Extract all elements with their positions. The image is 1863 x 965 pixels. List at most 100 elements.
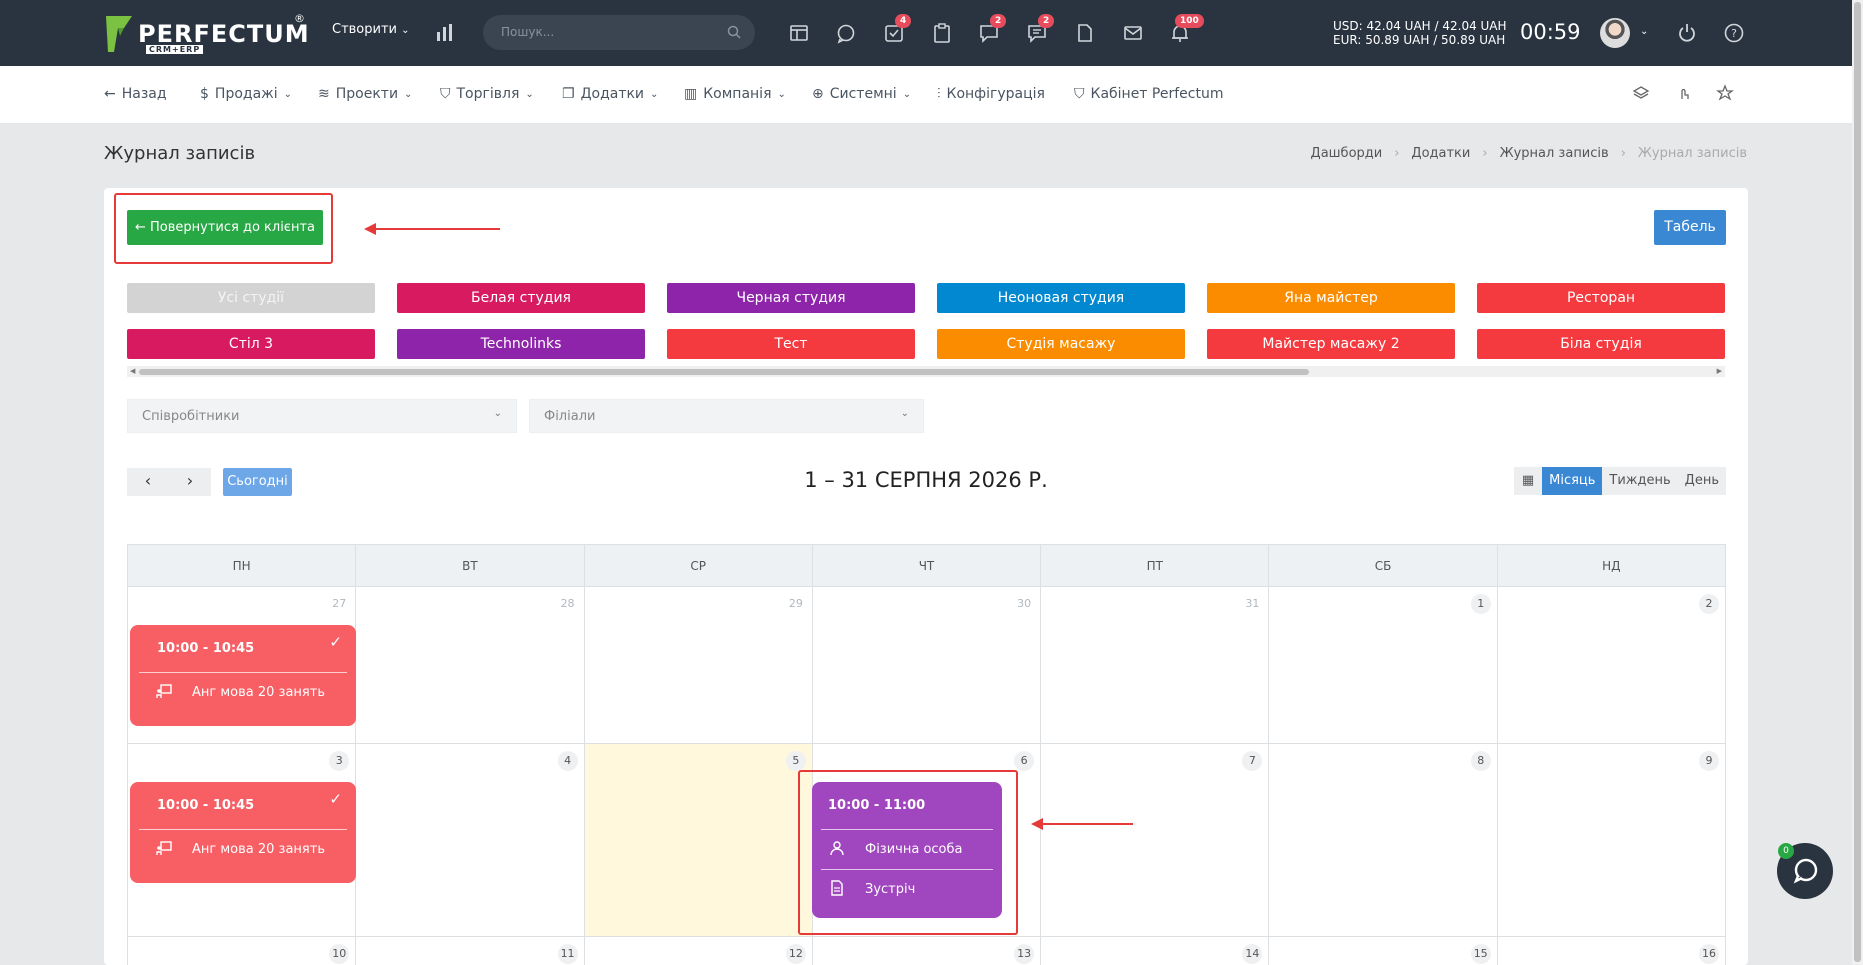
layers-icon: ≋ xyxy=(318,86,330,102)
breadcrumb-item[interactable]: Додатки xyxy=(1411,146,1470,161)
nav-addons-label: Додатки xyxy=(580,86,645,102)
view-day-button[interactable]: День xyxy=(1678,467,1726,495)
day-cell[interactable]: 2 xyxy=(1497,587,1726,744)
bar-chart-icon[interactable] xyxy=(434,21,456,43)
studio-button[interactable]: Technolinks xyxy=(397,329,645,359)
nav-addons[interactable]: ❐ Додатки ⌄ xyxy=(562,86,658,102)
power-icon[interactable] xyxy=(1676,22,1698,44)
star-icon[interactable] xyxy=(1716,84,1734,102)
messages-button[interactable]: 2 xyxy=(1026,14,1055,44)
day-cell[interactable]: 13 xyxy=(813,937,1042,965)
event-row: Анг мова 20 занять xyxy=(139,829,347,869)
week-row: 27 28 29 30 31 1 2 ✓ 10:00 - 10:45 Анг м… xyxy=(128,587,1726,744)
vertical-scrollbar[interactable] xyxy=(1852,0,1863,965)
nav-projects[interactable]: ≋ Проекти ⌄ xyxy=(318,86,412,102)
nav-sales[interactable]: $ Продажі ⌄ xyxy=(200,86,292,102)
day-cell[interactable]: 10 xyxy=(128,937,357,965)
tasks-button[interactable]: 4 xyxy=(883,14,912,44)
studio-button[interactable]: Белая студия xyxy=(397,283,645,313)
day-cell-today[interactable]: 5 xyxy=(584,744,813,937)
breadcrumb-separator-icon: › xyxy=(1482,146,1488,161)
event-row: Анг мова 20 занять xyxy=(139,672,347,712)
nav-configuration[interactable]: ⫶ Конфігурація xyxy=(937,86,1045,102)
calendar-event[interactable]: 10:00 - 11:00 Фізична особа Зустріч xyxy=(812,782,1002,918)
chat-button[interactable]: 2 xyxy=(978,14,1007,44)
scroll-right-icon[interactable]: ▶ xyxy=(1717,367,1722,375)
search-input[interactable]: Пошук... xyxy=(483,15,755,50)
breadcrumb-item[interactable]: Журнал записів xyxy=(1500,146,1609,161)
studio-button[interactable]: Неоновая студия xyxy=(937,283,1185,313)
chat-bubble-icon[interactable] xyxy=(835,22,857,44)
calendar-icon[interactable]: ▦ xyxy=(1514,467,1542,495)
scroll-left-icon[interactable]: ◀ xyxy=(130,367,135,375)
studio-button[interactable]: Тест xyxy=(667,329,915,359)
weekday-header: ПН ВТ СР ЧТ ПТ СБ НД xyxy=(128,545,1726,587)
day-number: 3 xyxy=(329,751,350,771)
day-cell[interactable]: 8 xyxy=(1269,744,1498,937)
day-cell[interactable]: 14 xyxy=(1041,937,1270,965)
studio-button[interactable]: Студія масажу xyxy=(937,329,1185,359)
nav-system[interactable]: ⊕ Системні ⌄ xyxy=(812,86,911,102)
mail-icon[interactable] xyxy=(1122,22,1144,44)
day-cell[interactable]: 16 xyxy=(1498,937,1726,965)
day-cell[interactable]: 7 xyxy=(1041,744,1270,937)
employees-select[interactable]: Співробітники ⌄ xyxy=(127,399,517,433)
page-title: Журнал записів xyxy=(104,143,256,164)
view-week-button[interactable]: Тиждень xyxy=(1602,467,1677,495)
studio-button[interactable]: Черная студия xyxy=(667,283,915,313)
scrollbar-thumb[interactable] xyxy=(139,369,1309,375)
chat-widget-badge: 0 xyxy=(1778,843,1794,859)
day-number: 4 xyxy=(557,751,578,771)
horizontal-scrollbar[interactable]: ◀ ▶ xyxy=(127,366,1725,377)
day-cell[interactable]: 31 xyxy=(1041,587,1270,744)
branches-select[interactable]: Філіали ⌄ xyxy=(529,399,924,433)
notifications-button[interactable]: 100 xyxy=(1169,14,1204,44)
studio-button[interactable]: Майстер масажу 2 xyxy=(1207,329,1455,359)
day-cell[interactable]: 4 xyxy=(356,744,585,937)
touch-icon[interactable] xyxy=(1675,84,1693,102)
day-cell[interactable]: 11 xyxy=(356,937,585,965)
breadcrumb-item[interactable]: Дашборди xyxy=(1311,146,1383,161)
logo[interactable]: PERFECTUM CRM+ERP ® xyxy=(104,12,310,54)
tabel-button[interactable]: Табель xyxy=(1654,210,1726,245)
nav-system-label: Системні xyxy=(829,86,897,102)
studio-button[interactable]: Стіл 3 xyxy=(127,329,375,359)
create-menu-button[interactable]: Створити ⌄ xyxy=(332,22,410,37)
help-icon[interactable]: ? xyxy=(1723,22,1745,44)
nav-back[interactable]: ← Назад xyxy=(104,86,167,102)
dollar-icon: $ xyxy=(200,86,209,102)
view-month-button[interactable]: Місяць xyxy=(1542,467,1603,495)
nav-back-label: Назад xyxy=(121,86,167,102)
studio-button[interactable]: Усі студії xyxy=(127,283,375,313)
calendar-event[interactable]: ✓ 10:00 - 10:45 Анг мова 20 занять xyxy=(130,782,356,883)
day-cell[interactable]: 9 xyxy=(1497,744,1726,937)
day-cell[interactable]: 15 xyxy=(1269,937,1498,965)
avatar[interactable] xyxy=(1600,18,1630,48)
chat-badge: 2 xyxy=(990,14,1007,28)
day-number: 31 xyxy=(1245,597,1260,610)
nav-trade[interactable]: ⛉ Торгівля ⌄ xyxy=(440,86,534,102)
nav-cabinet[interactable]: ⛉ Кабінет Perfectum xyxy=(1074,86,1223,102)
logo-icon xyxy=(106,16,132,52)
calendar-event[interactable]: ✓ 10:00 - 10:45 Анг мова 20 занять xyxy=(130,625,356,726)
logo-subtitle: CRM+ERP xyxy=(146,45,204,54)
chevron-down-icon[interactable]: ⌄ xyxy=(1640,26,1648,37)
day-cell[interactable]: 28 xyxy=(356,587,585,744)
day-number: 30 xyxy=(1017,597,1032,610)
studio-button[interactable]: Ресторан xyxy=(1477,283,1725,313)
nav-company[interactable]: ▥ Компанія ⌄ xyxy=(684,86,786,102)
clipboard-icon[interactable] xyxy=(931,22,953,44)
day-cell[interactable]: 30 xyxy=(812,587,1042,744)
document-icon[interactable] xyxy=(1074,22,1096,44)
scrollbar-thumb[interactable] xyxy=(1854,2,1861,962)
day-cell[interactable]: 29 xyxy=(584,587,813,744)
back-to-client-button[interactable]: ← Повернутися до клієнта xyxy=(127,210,323,245)
layers-icon[interactable] xyxy=(1632,84,1650,102)
rate-usd: USD: 42.04 UAH / 42.04 UAH xyxy=(1333,19,1507,33)
day-cell[interactable]: 12 xyxy=(585,937,813,965)
day-cell[interactable]: 1 xyxy=(1269,587,1498,744)
studio-button[interactable]: Біла студія xyxy=(1477,329,1725,359)
globe-icon: ⊕ xyxy=(812,86,824,102)
calendar-list-icon[interactable] xyxy=(788,22,810,44)
studio-button[interactable]: Яна майстер xyxy=(1207,283,1455,313)
